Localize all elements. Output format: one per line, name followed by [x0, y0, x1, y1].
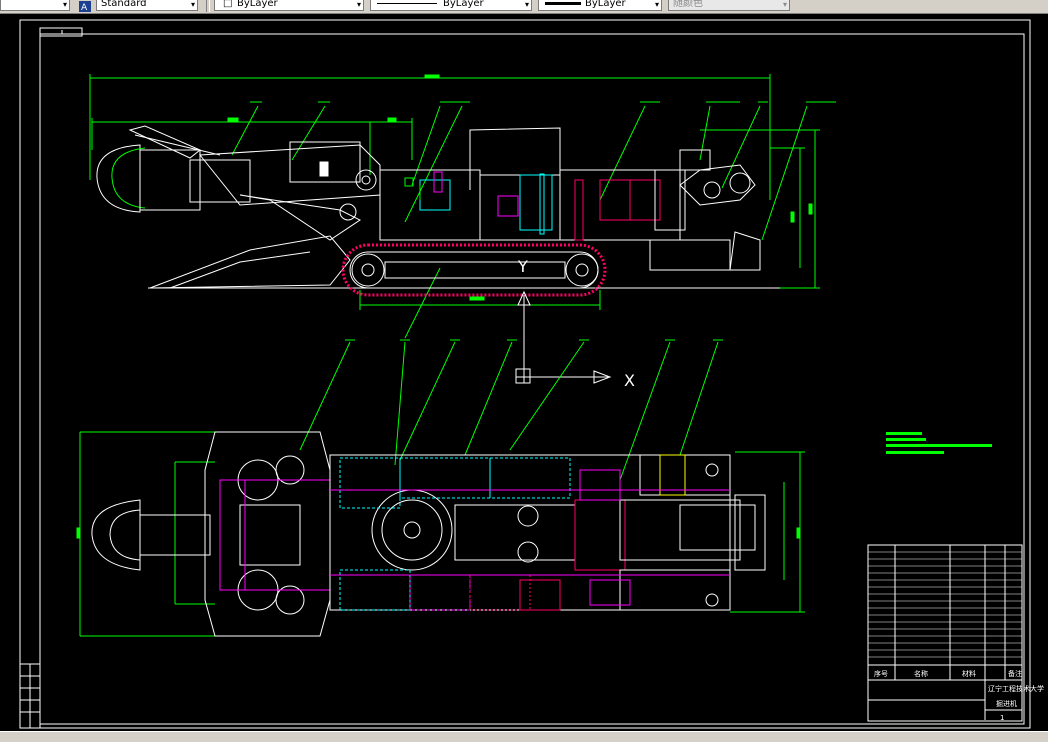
text-style-value: Standard	[101, 0, 147, 9]
color-dropdown[interactable]: □ ByLayer ▾	[214, 0, 364, 11]
chevron-down-icon: ▾	[190, 0, 195, 9]
chevron-down-icon: ▾	[782, 0, 787, 9]
technical-notes	[886, 432, 992, 454]
color-value: ByLayer	[237, 0, 278, 9]
chevron-down-icon: ▾	[654, 0, 659, 9]
toolbar-separator	[206, 0, 210, 12]
status-bar	[0, 731, 1048, 742]
inner-border	[39, 33, 1025, 725]
side-view-machine	[96, 125, 780, 289]
ucs-y-label: Y	[517, 257, 528, 276]
drawing-name: 掘进机	[996, 699, 1017, 708]
parts-list-rows	[868, 551, 1022, 658]
properties-toolbar: ▾ A Standard ▾ □ ByLayer ▾ ByLayer ▾ ByL…	[0, 0, 1048, 14]
col-seq-header: 序号	[874, 669, 888, 678]
text-style-icon[interactable]: A	[78, 0, 92, 13]
lineweight-preview	[545, 2, 581, 5]
parts-list-table	[867, 544, 1023, 722]
chevron-down-icon: ▾	[356, 0, 361, 9]
color-swatch-icon: □	[223, 0, 233, 9]
corner-tag	[39, 27, 83, 37]
col-name-header: 名称	[914, 669, 928, 678]
plotstyle-value: 随颜色	[673, 0, 703, 9]
crawler-track	[341, 243, 607, 297]
layer-dropdown[interactable]: ▾	[0, 0, 70, 11]
ucs-x-label: X	[624, 371, 635, 390]
layer-dropdown-arrow: ▾	[62, 0, 67, 9]
top-view-leaders	[76, 339, 805, 637]
top-view-machine	[91, 431, 766, 637]
svg-text:A: A	[81, 3, 88, 13]
col-material-header: 材料	[962, 669, 976, 678]
side-view-dimensions	[89, 74, 836, 339]
linetype-value: ByLayer	[443, 0, 484, 9]
school-name: 辽宁工程技术大学	[988, 684, 1044, 693]
linetype-preview	[377, 3, 437, 4]
text-style-dropdown[interactable]: Standard ▾	[96, 0, 198, 11]
sheet-number: 1	[1000, 714, 1004, 722]
col-note-header: 备注	[1008, 669, 1022, 678]
lineweight-value: ByLayer	[585, 0, 626, 9]
chevron-down-icon: ▾	[524, 0, 529, 9]
drawing-canvas[interactable]: Y X 序号 名称 材料 备注 辽宁工程技术大学 掘进机 1	[0, 14, 1048, 731]
plotstyle-dropdown[interactable]: 随颜色 ▾	[668, 0, 790, 11]
linetype-dropdown[interactable]: ByLayer ▾	[370, 0, 532, 11]
top-view-detail-colors	[244, 454, 730, 611]
revision-block	[19, 663, 41, 729]
lineweight-dropdown[interactable]: ByLayer ▾	[538, 0, 662, 11]
ucs-icon	[515, 290, 612, 384]
